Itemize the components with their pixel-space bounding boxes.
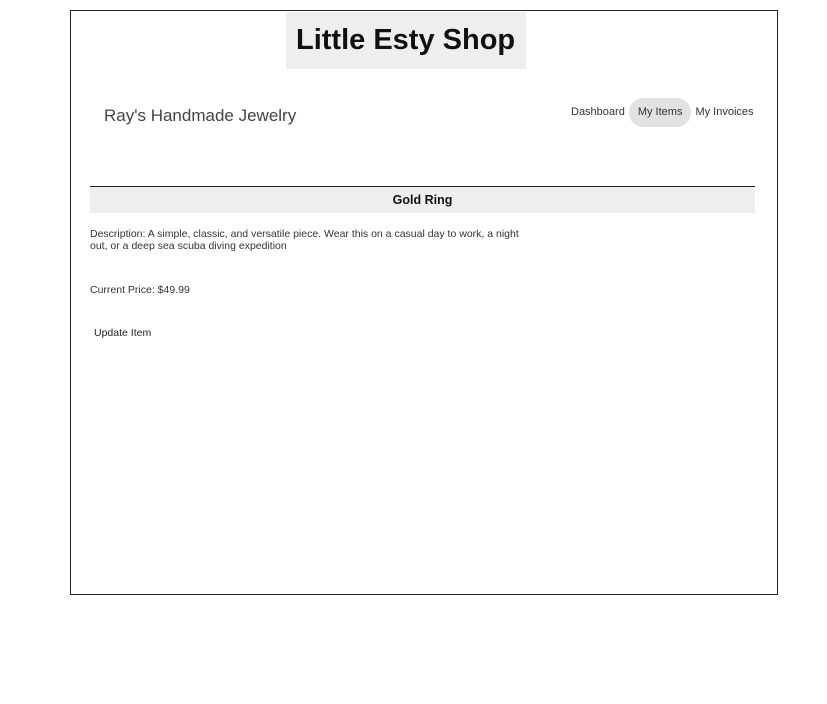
item-price: Current Price: $49.99 [90,284,190,296]
app-title: Little Esty Shop [286,12,526,69]
update-item-link[interactable]: Update Item [90,325,155,341]
nav-link-my-items[interactable]: My Items [628,98,692,127]
item-name-heading: Gold Ring [90,186,755,213]
item-description: Description: A simple, classic, and vers… [90,228,519,252]
merchant-name: Ray's Handmade Jewelry [104,106,297,125]
merchant-nav: Dashboard My Items My Invoices [567,98,758,127]
nav-link-my-invoices[interactable]: My Invoices [691,98,757,127]
nav-link-dashboard[interactable]: Dashboard [567,98,629,127]
